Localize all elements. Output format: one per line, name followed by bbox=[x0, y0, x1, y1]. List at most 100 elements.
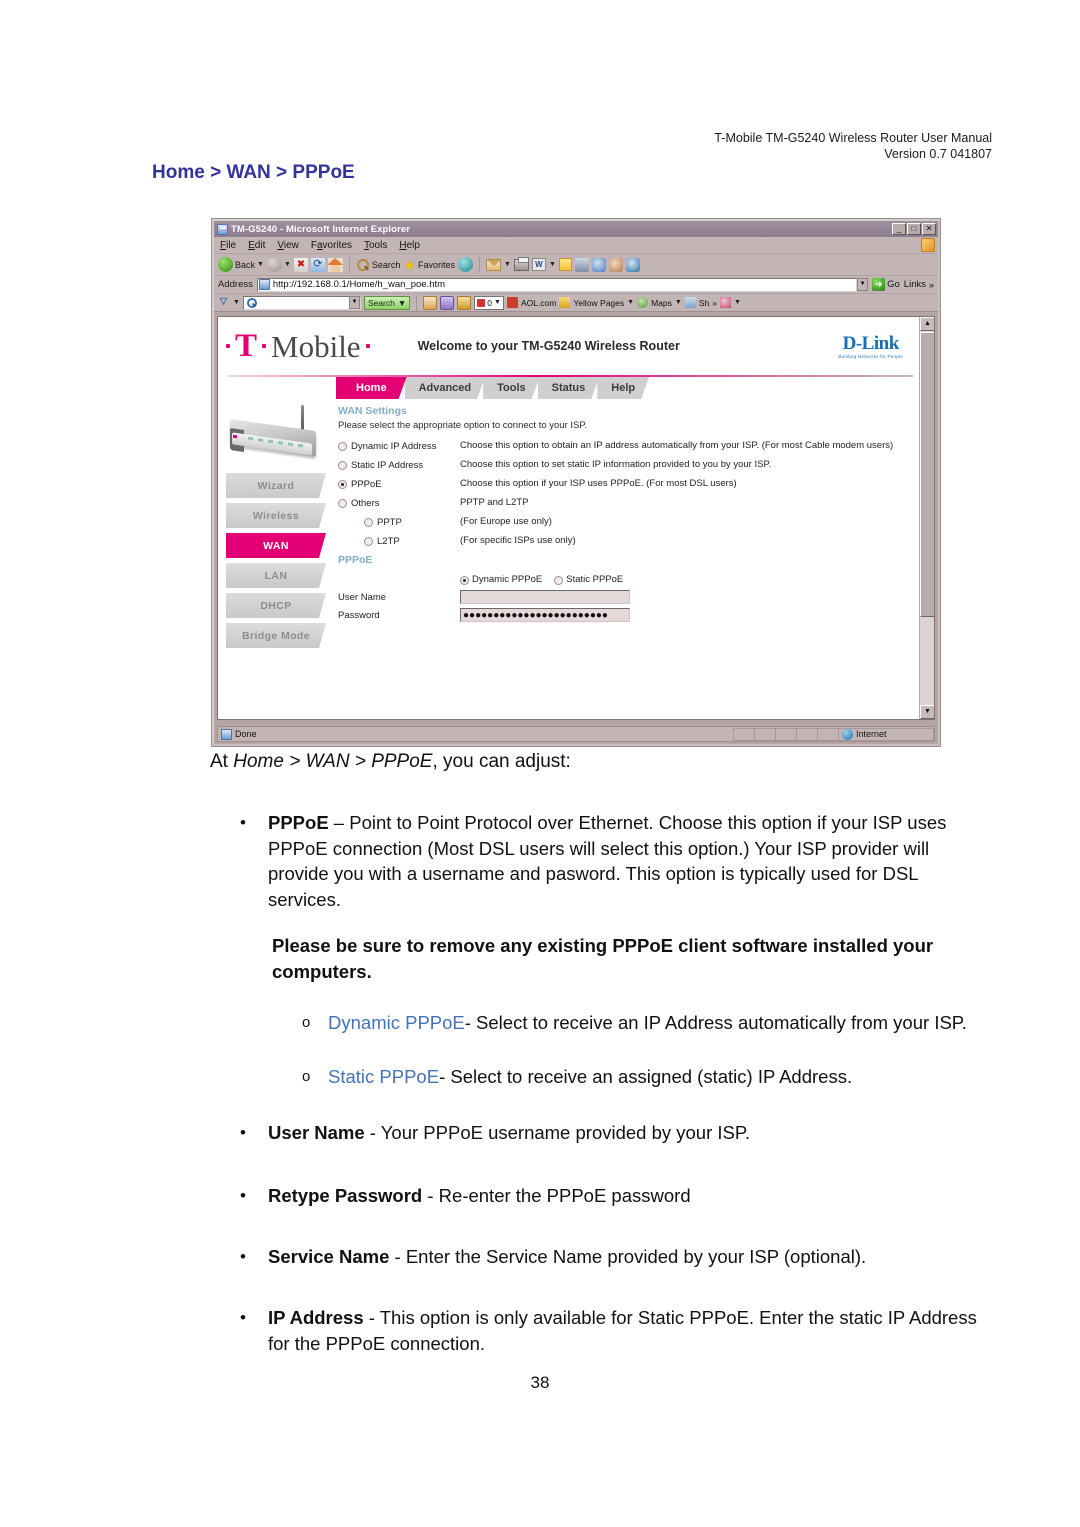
wan-option-others[interactable]: Others PPTP and L2TP bbox=[338, 497, 911, 509]
aol-pencil-icon[interactable] bbox=[423, 295, 438, 310]
media-icon[interactable] bbox=[458, 257, 473, 272]
pppoe-mode-dynamic[interactable]: Dynamic PPPoE bbox=[460, 574, 542, 585]
runner-icon[interactable] bbox=[608, 257, 623, 272]
aol-item-aolcom[interactable]: AOL.com bbox=[521, 298, 556, 308]
wan-option-l2tp[interactable]: L2TP (For specific ISPs use only) bbox=[338, 535, 911, 547]
password-input[interactable]: ●●●●●●●●●●●●●●●●●●●●●●●● bbox=[460, 608, 630, 622]
chevron-down-icon[interactable]: ▼ bbox=[549, 261, 556, 268]
favorites-button[interactable]: ★ Favorites bbox=[403, 258, 455, 272]
wan-option-static-ip[interactable]: Static IP Address Choose this option to … bbox=[338, 459, 911, 471]
tab-help[interactable]: Help bbox=[597, 377, 649, 399]
people-icon[interactable] bbox=[625, 257, 640, 272]
aol-search-input[interactable]: ▼ bbox=[242, 295, 361, 310]
chevron-down-icon[interactable]: ▼ bbox=[284, 261, 291, 268]
tab-advanced[interactable]: Advanced bbox=[405, 377, 486, 399]
scroll-down-button[interactable]: ▼ bbox=[920, 705, 934, 719]
menu-item-file[interactable]: File bbox=[220, 240, 236, 251]
vertical-scrollbar[interactable]: ▲ ▼ bbox=[919, 317, 934, 719]
sidebar-item-wan[interactable]: WAN bbox=[226, 533, 326, 558]
username-input[interactable] bbox=[460, 590, 630, 604]
sidebar-item-bridge-mode[interactable]: Bridge Mode bbox=[226, 623, 326, 648]
back-arrow-icon bbox=[218, 257, 233, 272]
bullet-text: - Enter the Service Name provided by you… bbox=[389, 1246, 867, 1267]
go-button[interactable]: Go bbox=[872, 278, 900, 291]
sidebar-item-wireless[interactable]: Wireless bbox=[226, 503, 326, 528]
sidebar-item-lan[interactable]: LAN bbox=[226, 563, 326, 588]
forward-button[interactable]: ▼ bbox=[266, 257, 291, 272]
chevron-down-icon[interactable]: ▼ bbox=[398, 298, 406, 308]
statusbar-cell bbox=[733, 727, 754, 741]
chevron-down-icon[interactable]: ▼ bbox=[257, 261, 264, 268]
aol-item-maps[interactable]: Maps bbox=[651, 298, 672, 308]
radio-static-pppoe[interactable] bbox=[554, 575, 564, 585]
chevron-down-icon[interactable]: ▼ bbox=[233, 299, 240, 306]
sidebar-item-wizard[interactable]: Wizard bbox=[226, 473, 326, 498]
links-label[interactable]: Links bbox=[904, 279, 926, 290]
menu-item-edit[interactable]: Edit bbox=[248, 240, 265, 251]
scrollbar-thumb[interactable] bbox=[920, 332, 934, 617]
mail-icon[interactable] bbox=[486, 258, 501, 271]
messenger-icon[interactable] bbox=[574, 257, 589, 272]
pppoe-mode-static[interactable]: Static PPPoE bbox=[554, 574, 623, 585]
home-icon[interactable] bbox=[326, 257, 343, 272]
edit-word-icon[interactable]: W bbox=[531, 258, 546, 271]
minimize-button[interactable]: _ bbox=[892, 223, 906, 235]
chevron-down-icon[interactable]: ▼ bbox=[627, 299, 634, 306]
aol-key-icon[interactable] bbox=[457, 295, 472, 310]
print-icon[interactable] bbox=[513, 256, 529, 271]
chevron-down-icon[interactable]: ▼ bbox=[494, 299, 501, 306]
bullet-term: User Name bbox=[268, 1122, 365, 1143]
wan-option-pptp[interactable]: PPTP (For Europe use only) bbox=[338, 516, 911, 528]
aol-logo-icon bbox=[217, 296, 230, 309]
aol-settings-icon[interactable] bbox=[719, 297, 731, 308]
research-icon[interactable] bbox=[591, 257, 606, 272]
aol-block-icon[interactable] bbox=[440, 295, 455, 310]
radio-others[interactable] bbox=[338, 499, 347, 508]
toolbar-divider bbox=[348, 256, 350, 273]
tab-status[interactable]: Status bbox=[538, 377, 600, 399]
back-button[interactable]: Back ▼ bbox=[218, 257, 264, 272]
wan-option-dynamic-ip[interactable]: Dynamic IP Address Choose this option to… bbox=[338, 440, 911, 452]
browser-addressbar: Address http://192.168.0.1/Home/h_wan_po… bbox=[214, 276, 938, 294]
menu-item-view[interactable]: View bbox=[277, 240, 299, 251]
aol-popup-counter[interactable]: 0 ▼ bbox=[474, 295, 504, 310]
radio-static-ip[interactable] bbox=[338, 461, 347, 470]
aol-overflow-chevron[interactable]: » bbox=[712, 298, 717, 308]
security-zone[interactable]: Internet bbox=[838, 727, 934, 741]
notes-icon[interactable] bbox=[558, 258, 572, 271]
chevron-down-icon[interactable]: ▼ bbox=[504, 261, 511, 268]
radio-dynamic-ip[interactable] bbox=[338, 442, 347, 451]
address-input[interactable]: http://192.168.0.1/Home/h_wan_poe.htm bbox=[256, 277, 858, 292]
aol-search-button[interactable]: Search ▼ bbox=[363, 295, 411, 310]
subbullet-link[interactable]: Dynamic PPPoE bbox=[328, 1012, 465, 1033]
refresh-icon[interactable] bbox=[310, 257, 325, 272]
chevron-down-icon[interactable]: ▼ bbox=[675, 299, 682, 306]
close-button[interactable]: ✕ bbox=[922, 223, 936, 235]
stop-icon[interactable] bbox=[293, 257, 308, 272]
scroll-up-button[interactable]: ▲ bbox=[920, 317, 934, 331]
aol-item-yellowpages[interactable]: Yellow Pages bbox=[573, 298, 624, 308]
maximize-button[interactable]: □ bbox=[907, 223, 921, 235]
search-button[interactable]: Search bbox=[356, 258, 400, 272]
radio-pppoe[interactable] bbox=[338, 480, 347, 489]
chevron-down-icon[interactable]: ▼ bbox=[734, 299, 741, 306]
radio-l2tp[interactable] bbox=[364, 537, 373, 546]
manual-header-line2: Version 0.7 041807 bbox=[884, 147, 992, 161]
menu-item-tools[interactable]: Tools bbox=[364, 240, 387, 251]
radio-dynamic-pppoe[interactable] bbox=[460, 575, 469, 585]
aol-item-shopping[interactable]: Sh bbox=[699, 298, 709, 308]
bullet-text: - Re-enter the PPPoE password bbox=[422, 1185, 691, 1206]
aol-search-dropdown-icon[interactable]: ▼ bbox=[348, 296, 360, 309]
tab-home[interactable]: Home bbox=[336, 377, 407, 399]
sidebar-item-dhcp[interactable]: DHCP bbox=[226, 593, 326, 618]
subbullet-link[interactable]: Static PPPoE bbox=[328, 1066, 439, 1087]
wan-option-pppoe[interactable]: PPPoE Choose this option if your ISP use… bbox=[338, 478, 911, 490]
tab-tools[interactable]: Tools bbox=[483, 377, 540, 399]
links-overflow-icon[interactable]: » bbox=[929, 280, 934, 290]
subbullet-text: - Select to receive an assigned (static)… bbox=[439, 1066, 853, 1087]
menu-item-help[interactable]: Help bbox=[399, 240, 420, 251]
radio-pptp[interactable] bbox=[364, 518, 373, 527]
menu-item-favorites[interactable]: Favorites bbox=[311, 240, 352, 251]
address-dropdown-icon[interactable]: ▼ bbox=[857, 278, 869, 291]
subbullet-marker: o bbox=[302, 1068, 311, 1085]
